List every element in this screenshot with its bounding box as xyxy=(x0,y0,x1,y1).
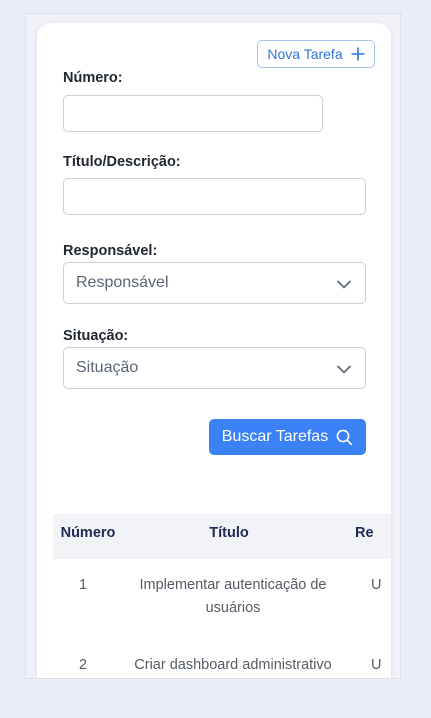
search-icon xyxy=(336,429,353,445)
search-tasks-label: Buscar Tarefas xyxy=(221,428,329,445)
status-label: Situação: xyxy=(63,328,129,344)
title-label: Título/Descrição: xyxy=(63,154,181,170)
table-header: Número Título Re xyxy=(53,514,391,559)
chevron-down-icon xyxy=(336,280,352,289)
plus-icon xyxy=(351,47,365,61)
row-number: 1 xyxy=(78,577,88,593)
row-title: Implementar autenticação de usuários xyxy=(139,577,327,616)
row-title: Criar dashboard administrativo xyxy=(134,657,332,673)
column-header-titulo[interactable]: Título xyxy=(131,514,327,559)
tasks-table: Número Título Re 1 Implementar autentica… xyxy=(53,514,391,678)
responsible-selected-value: Responsável xyxy=(76,274,169,291)
column-header-responsavel[interactable]: Re xyxy=(355,514,391,559)
number-label: Número: xyxy=(63,70,123,86)
column-header-numero[interactable]: Número xyxy=(53,514,123,559)
task-card: Nova Tarefa Número: Título/Descrição: Re… xyxy=(37,23,391,678)
responsible-label: Responsável: xyxy=(63,243,158,259)
status-selected-value: Situação xyxy=(76,359,139,376)
row-responsible: U xyxy=(371,577,382,593)
search-tasks-button[interactable]: Buscar Tarefas xyxy=(209,419,366,455)
new-task-label: Nova Tarefa xyxy=(267,46,343,62)
status-select[interactable]: Situação xyxy=(63,347,366,389)
responsible-select[interactable]: Responsável xyxy=(63,262,366,304)
title-input[interactable] xyxy=(63,178,366,215)
new-task-button[interactable]: Nova Tarefa xyxy=(257,40,375,68)
row-number: 2 xyxy=(78,657,88,673)
number-input[interactable] xyxy=(63,95,323,132)
row-responsible: U xyxy=(371,657,382,673)
chevron-down-icon xyxy=(336,365,352,374)
page-frame: Nova Tarefa Número: Título/Descrição: Re… xyxy=(25,13,401,679)
